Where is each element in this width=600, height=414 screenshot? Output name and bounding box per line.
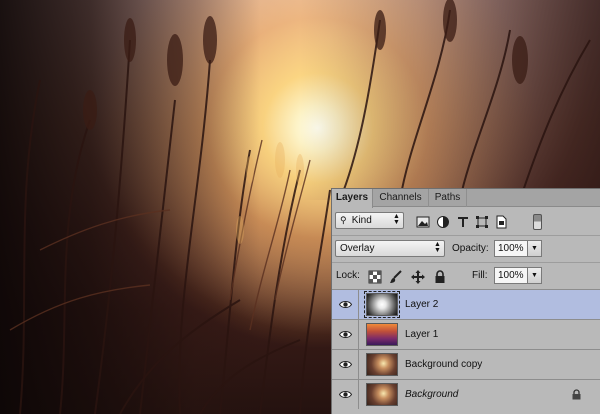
eye-icon: [339, 361, 352, 368]
eye-icon: [339, 331, 352, 338]
panel-tab-bar: Layers Channels Paths: [332, 189, 600, 208]
lock-label: Lock:: [336, 270, 360, 281]
filter-row: ⚲ Kind ▲ ▼: [332, 208, 600, 235]
tab-layers[interactable]: Layers: [332, 189, 373, 208]
fill-label: Fill:: [472, 270, 488, 281]
opacity-input[interactable]: 100%: [494, 240, 528, 257]
eye-icon: [339, 301, 352, 308]
fill-input[interactable]: 100%: [494, 267, 528, 284]
layer-row-layer-2[interactable]: Layer 2: [332, 289, 600, 319]
layer-row-background[interactable]: Background: [332, 379, 600, 414]
lock-image-pixels-icon[interactable]: [389, 270, 403, 284]
lock-transparent-pixels-icon[interactable]: [368, 270, 382, 284]
kind-filter-label: Kind: [351, 215, 372, 226]
layer-row-layer-1[interactable]: Layer 1: [332, 319, 600, 349]
filter-toggle-icon[interactable]: [533, 214, 542, 230]
opacity-slider-button[interactable]: ▼: [528, 240, 542, 257]
image-filter-icon[interactable]: [416, 215, 430, 229]
layer-name: Background: [405, 389, 459, 400]
layer-thumbnail: [364, 291, 400, 318]
layer-thumbnail: [366, 323, 398, 346]
type-filter-icon[interactable]: [456, 215, 470, 229]
adjustment-filter-icon[interactable]: [436, 215, 450, 229]
layer-thumbnail: [366, 383, 398, 406]
search-icon: ⚲: [340, 215, 347, 225]
layer-row-background-copy[interactable]: Background copy: [332, 349, 600, 379]
eye-icon: [339, 391, 352, 398]
visibility-toggle[interactable]: [332, 320, 359, 349]
layer-name: Layer 2: [405, 299, 439, 310]
layer-name: Layer 1: [405, 329, 439, 340]
layers-panel: Layers Channels Paths ⚲ Kind ▲ ▼ Overlay…: [331, 188, 600, 414]
kind-filter-dropdown[interactable]: ⚲ Kind ▲ ▼: [335, 212, 404, 229]
lock-row: Lock: Fill: 100% ▼: [332, 262, 600, 289]
layer-name: Background copy: [405, 359, 483, 370]
updown-arrows-icon: ▲ ▼: [393, 213, 400, 226]
tab-paths[interactable]: Paths: [429, 189, 467, 207]
blend-row: Overlay ▲ ▼ Opacity: 100% ▼: [332, 235, 600, 262]
visibility-toggle[interactable]: [332, 290, 359, 319]
smart-object-filter-icon[interactable]: [494, 215, 508, 229]
lock-all-icon[interactable]: [433, 270, 447, 284]
lock-position-icon[interactable]: [411, 270, 425, 284]
tab-channels[interactable]: Channels: [373, 189, 429, 207]
lock-icon: [572, 389, 581, 400]
visibility-toggle[interactable]: [332, 350, 359, 379]
updown-arrows-icon: ▲ ▼: [434, 241, 441, 254]
blend-mode-dropdown[interactable]: Overlay ▲ ▼: [335, 240, 445, 257]
opacity-label: Opacity:: [452, 243, 489, 254]
shape-filter-icon[interactable]: [475, 215, 489, 229]
blend-mode-value: Overlay: [340, 243, 375, 254]
fill-slider-button[interactable]: ▼: [528, 267, 542, 284]
layer-thumbnail: [366, 353, 398, 376]
visibility-toggle[interactable]: [332, 380, 359, 409]
